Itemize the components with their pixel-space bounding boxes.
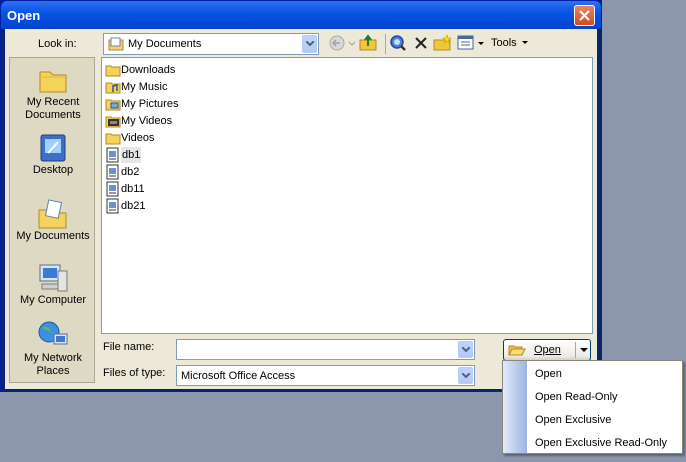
up-folder-icon xyxy=(359,34,377,51)
chevron-down-icon xyxy=(522,41,528,44)
up-one-level-button[interactable] xyxy=(359,34,379,54)
file-name-dropdown-button[interactable] xyxy=(458,341,473,358)
chevron-down-icon xyxy=(462,347,470,353)
close-button[interactable] xyxy=(574,5,595,26)
views-button[interactable] xyxy=(457,34,485,54)
back-arrow-icon xyxy=(329,35,356,51)
folder-icon xyxy=(105,133,121,145)
files-of-type-select[interactable]: Microsoft Office Access xyxy=(176,365,475,386)
chevron-down-icon xyxy=(462,373,470,379)
look-in-label: Look in: xyxy=(38,38,77,50)
title-bar[interactable]: Open xyxy=(1,1,601,29)
pictures-folder-icon xyxy=(105,99,121,111)
files-of-type-label: Files of type: xyxy=(103,367,166,379)
chevron-down-icon xyxy=(306,41,314,47)
file-name-field[interactable] xyxy=(176,339,475,360)
delete-button[interactable] xyxy=(413,34,429,54)
videos-folder-icon xyxy=(105,116,121,128)
close-icon xyxy=(579,10,590,21)
tools-menu[interactable]: Tools xyxy=(491,37,517,49)
menu-item-open-exclusive-read-only[interactable]: Open Exclusive Read-Only xyxy=(535,437,667,449)
place-label: My Network Places xyxy=(23,352,83,377)
recent-documents-icon xyxy=(39,71,67,93)
look-in-value: My Documents xyxy=(128,38,202,50)
access-database-icon xyxy=(106,164,119,180)
look-in-combo[interactable]: My Documents xyxy=(103,33,319,55)
places-bar: My Recent Documents Desktop My Documents xyxy=(9,57,95,383)
new-folder-icon xyxy=(433,34,452,51)
access-database-icon xyxy=(106,147,119,163)
network-places-icon xyxy=(38,321,68,345)
search-web-button[interactable] xyxy=(389,34,407,54)
place-label: Desktop xyxy=(32,164,74,176)
menu-icon-strip xyxy=(503,361,527,453)
files-of-type-value: Microsoft Office Access xyxy=(181,370,296,382)
place-label: My Documents xyxy=(16,230,90,242)
look-in-dropdown-button[interactable] xyxy=(302,35,317,53)
place-my-recent-documents[interactable]: My Recent Documents xyxy=(10,64,96,122)
files-of-type-dropdown-button[interactable] xyxy=(458,367,473,384)
place-my-network-places[interactable]: My Network Places xyxy=(10,320,96,378)
open-button-label: Open xyxy=(534,344,561,356)
my-documents-small-icon xyxy=(108,37,124,51)
open-split-button[interactable]: Open xyxy=(503,339,591,361)
search-icon xyxy=(390,35,406,51)
views-icon xyxy=(457,35,484,50)
menu-item-open-read-only[interactable]: Open Read-Only xyxy=(535,391,618,403)
chevron-down-icon[interactable] xyxy=(580,348,588,353)
place-label: My Recent Documents xyxy=(25,96,81,121)
menu-item-open-exclusive[interactable]: Open Exclusive xyxy=(535,414,611,426)
menu-item-open[interactable]: Open xyxy=(535,368,562,380)
my-documents-icon xyxy=(38,199,67,229)
toolbar-separator xyxy=(385,34,386,54)
open-dialog: Open Look in: My Documents Tools My Rece… xyxy=(0,0,602,392)
delete-icon xyxy=(415,37,427,49)
place-desktop[interactable]: Desktop xyxy=(10,132,96,177)
place-my-documents[interactable]: My Documents xyxy=(10,198,96,243)
open-options-menu: Open Open Read-Only Open Exclusive Open … xyxy=(502,360,683,454)
music-folder-icon xyxy=(105,82,121,94)
place-my-computer[interactable]: My Computer xyxy=(10,262,96,307)
dialog-body: Look in: My Documents Tools My Recent Do… xyxy=(5,29,597,389)
file-list[interactable]: Downloads My Music My Pictures My Videos… xyxy=(101,57,593,334)
back-button[interactable] xyxy=(329,34,357,54)
folder-icon xyxy=(105,65,121,77)
new-folder-button[interactable] xyxy=(433,34,453,54)
split-divider xyxy=(575,342,576,358)
my-computer-icon xyxy=(39,264,68,292)
access-database-icon xyxy=(106,198,119,214)
access-database-icon xyxy=(106,181,119,197)
window-title: Open xyxy=(7,8,41,23)
desktop-icon xyxy=(40,134,66,162)
file-name-label: File name: xyxy=(103,341,155,353)
place-label: My Computer xyxy=(19,294,87,306)
open-folder-icon xyxy=(508,345,526,356)
